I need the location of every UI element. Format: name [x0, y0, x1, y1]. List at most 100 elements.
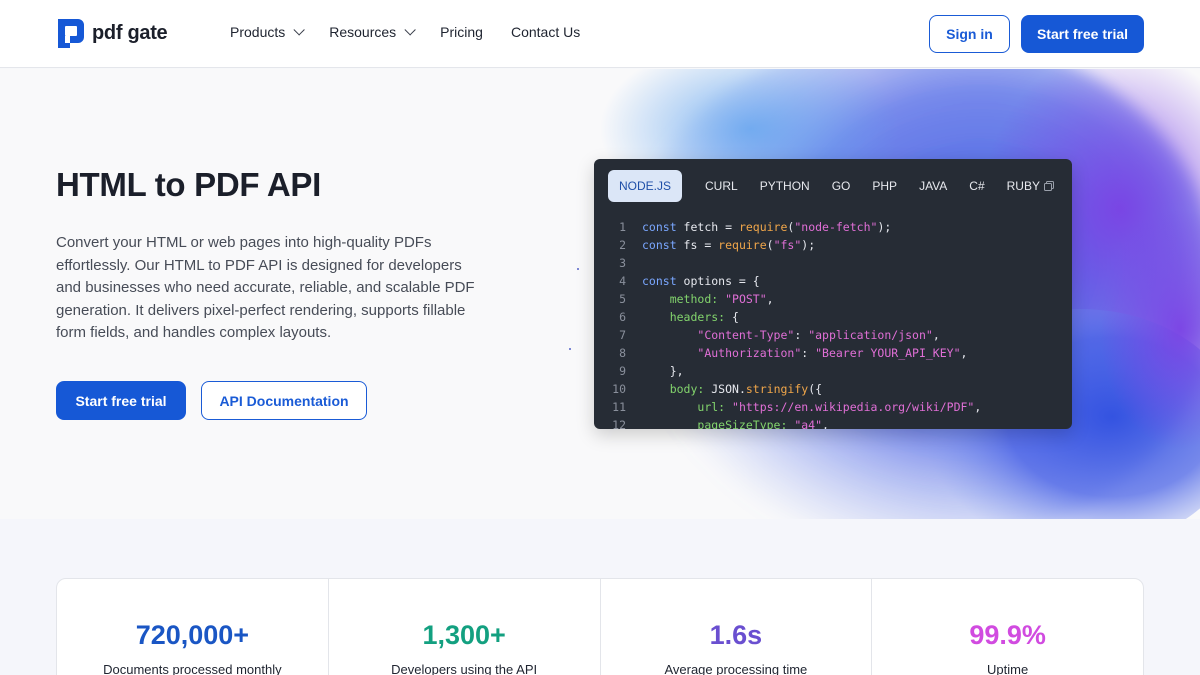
code-token: "Content-Type"	[697, 328, 795, 342]
line-number: 9	[619, 364, 626, 378]
code-token: require	[738, 220, 788, 234]
tab-java[interactable]: JAVA	[908, 170, 958, 202]
code-sample-window: NODE.JS CURL PYTHON GO PHP JAVA C# RUBY 1 const …	[594, 159, 1072, 429]
code-token: "fs"	[773, 238, 802, 252]
line-number: 4	[619, 274, 626, 288]
code-line: 1 const fetch = require("node-fetch");	[606, 218, 981, 236]
start-trial-header-button[interactable]: Start free trial	[1021, 15, 1144, 53]
line-number: 8	[619, 346, 626, 360]
tab-ruby[interactable]: RUBY	[996, 170, 1051, 202]
stat-value: 1,300+	[422, 620, 506, 650]
code-token: body:	[669, 382, 712, 396]
language-tabs: NODE.JS CURL PYTHON GO PHP JAVA C# RUBY	[608, 170, 1051, 202]
brand-logo[interactable]: pdf gate	[56, 17, 168, 50]
nav-resources[interactable]: Resources	[329, 24, 416, 40]
nav-contact-label: Contact Us	[510, 24, 581, 40]
api-documentation-button[interactable]: API Documentation	[201, 381, 367, 420]
code-token: ,	[974, 400, 982, 414]
tab-node-js[interactable]: NODE.JS	[608, 170, 683, 202]
code-token: :	[794, 328, 809, 342]
hero-title: HTML to PDF API	[56, 166, 321, 203]
nav-products-label: Products	[230, 24, 286, 40]
code-token: method:	[669, 292, 726, 306]
tab-go[interactable]: GO	[821, 170, 862, 202]
nav-pricing-label: Pricing	[440, 24, 483, 40]
stat-label: Documents processed monthly	[103, 662, 282, 675]
chevron-down-icon	[293, 24, 306, 36]
code-token: ,	[766, 292, 774, 306]
nav-pricing[interactable]: Pricing	[440, 24, 483, 40]
nav-products[interactable]: Products	[230, 24, 306, 40]
code-token: options = {	[683, 274, 760, 288]
stat-card: 1,300+ Developers using the API	[329, 579, 601, 675]
code-token: ,	[822, 418, 829, 429]
code-token: const	[642, 274, 684, 288]
code-token: (	[787, 220, 795, 234]
start-trial-hero-button[interactable]: Start free trial	[56, 381, 186, 420]
line-number: 7	[619, 328, 626, 342]
hero-description: Convert your HTML or web pages into high…	[56, 234, 475, 341]
chevron-down-icon	[404, 24, 416, 36]
code-token: fs =	[683, 238, 719, 252]
code-token: JSON.	[711, 382, 746, 396]
code-token: (	[766, 238, 774, 252]
tab-c-[interactable]: C#	[958, 170, 995, 202]
brand-name: pdf gate	[92, 22, 168, 44]
line-number: 6	[619, 310, 626, 324]
code-token: "application/json"	[808, 328, 933, 342]
line-number: 11	[612, 400, 626, 414]
code-line: 6 headers: {	[606, 308, 981, 326]
code-token: :	[801, 346, 816, 360]
top-header: pdf gate Products Resources Pricing Cont…	[0, 0, 1200, 68]
code-token: stringify	[745, 382, 809, 396]
stats-cards: 720,000+ Documents processed monthly 1,3…	[56, 578, 1144, 675]
code-line: 9 },	[606, 362, 981, 380]
stat-card: 1.6s Average processing time	[601, 579, 873, 675]
code-line: 8 "Authorization": "Bearer YOUR_API_KEY"…	[606, 344, 981, 362]
code-line: 2 const fs = require("fs");	[606, 236, 981, 254]
tab-python[interactable]: PYTHON	[749, 170, 821, 202]
code-line: 11 url: "https://en.wikipedia.org/wiki/P…	[606, 398, 981, 416]
code-token: },	[669, 364, 684, 378]
code-token: ,	[960, 346, 968, 360]
code-token: "Bearer YOUR_API_KEY"	[815, 346, 961, 360]
code-block: 1 const fetch = require("node-fetch"); 2 co…	[606, 218, 981, 429]
code-token: const	[642, 238, 684, 252]
code-token: "POST"	[725, 292, 767, 306]
tab-curl[interactable]: CURL	[694, 170, 749, 202]
sign-in-button[interactable]: Sign in	[929, 15, 1010, 53]
line-number: 3	[619, 256, 626, 270]
code-token: "node-fetch"	[794, 220, 878, 234]
copy-icon[interactable]	[1044, 181, 1054, 191]
code-token: const	[642, 220, 684, 234]
stat-value: 720,000+	[135, 620, 250, 650]
code-line: 12 pageSizeType: "a4",	[606, 416, 981, 429]
code-token: "a4"	[794, 418, 823, 429]
code-token: {	[732, 310, 739, 324]
code-line: 7 "Content-Type": "application/json",	[606, 326, 981, 344]
nav-resources-label: Resources	[329, 24, 397, 40]
line-number: 2	[619, 238, 626, 252]
line-number: 1	[619, 220, 626, 234]
code-token: );	[877, 220, 892, 234]
code-token: ,	[932, 328, 940, 342]
stat-value: 99.9%	[969, 620, 1046, 650]
tab-php[interactable]: PHP	[861, 170, 908, 202]
nav-contact[interactable]: Contact Us	[511, 24, 580, 40]
code-token: require	[718, 238, 767, 252]
code-token: );	[801, 238, 816, 252]
code-line: 4 const options = {	[606, 272, 981, 290]
code-token: "https://en.wikipedia.org/wiki/PDF"	[732, 400, 975, 414]
code-token: fetch =	[683, 220, 739, 234]
line-number: 10	[612, 382, 626, 396]
line-number: 12	[612, 418, 626, 429]
code-line: 3	[606, 254, 981, 272]
code-token: ({	[808, 382, 823, 396]
stat-value: 1.6s	[709, 620, 763, 650]
